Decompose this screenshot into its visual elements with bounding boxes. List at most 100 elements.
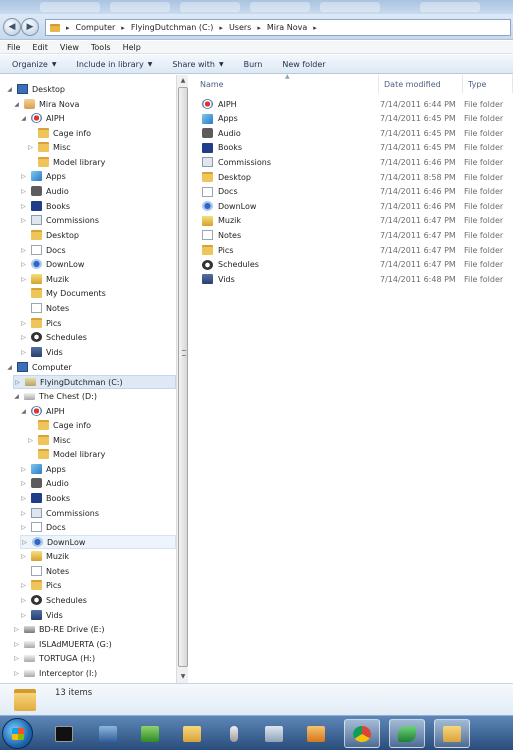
- tree-item-cage-info[interactable]: Cage info: [27, 418, 91, 432]
- collapsed-arrow-icon[interactable]: ▷: [20, 612, 27, 619]
- collapsed-arrow-icon[interactable]: ▷: [13, 626, 20, 633]
- file-row[interactable]: Desktop 7/14/2011 8:58 PM File folder: [199, 170, 507, 184]
- tree-item-aiph[interactable]: ◢ AIPH: [20, 111, 65, 125]
- tree-item-books[interactable]: ▷ Books: [20, 199, 70, 213]
- tree-item-docs[interactable]: ▷ Docs: [20, 243, 66, 257]
- file-row[interactable]: Commissions 7/14/2011 6:46 PM File folder: [199, 155, 507, 169]
- tree-item-cage-info[interactable]: Cage info: [27, 126, 91, 140]
- collapsed-arrow-icon[interactable]: ▷: [27, 437, 34, 444]
- breadcrumb-user[interactable]: Mira Nova: [267, 23, 307, 32]
- tree-item-isladmuerta-g[interactable]: ▷ ISLAdMUERTA (G:): [13, 637, 112, 651]
- collapsed-arrow-icon[interactable]: ▷: [27, 144, 34, 151]
- organize-button[interactable]: Organize ▼: [12, 60, 56, 69]
- tree-item-desktop[interactable]: ◢ Desktop: [6, 82, 65, 96]
- scroll-down-arrow[interactable]: ▼: [178, 672, 188, 682]
- chevron-right-icon[interactable]: ▸: [219, 24, 223, 32]
- tree-item-tortuga-h[interactable]: ▷ TORTUGA (H:): [13, 651, 95, 665]
- tree-item-schedules[interactable]: ▷ Schedules: [20, 330, 87, 344]
- tree-item-interceptor-i[interactable]: ▷ Interceptor (I:): [13, 666, 97, 680]
- menu-edit[interactable]: Edit: [32, 43, 48, 52]
- tree-item-model-library[interactable]: Model library: [27, 155, 105, 169]
- menu-help[interactable]: Help: [123, 43, 141, 52]
- ship-app-icon[interactable]: [90, 719, 126, 748]
- tree-item-aiph[interactable]: ◢ AIPH: [20, 404, 65, 418]
- breadcrumb-users[interactable]: Users: [229, 23, 251, 32]
- file-row[interactable]: Notes 7/14/2011 6:47 PM File folder: [199, 228, 507, 242]
- collapsed-arrow-icon[interactable]: ▷: [20, 466, 27, 473]
- breadcrumb-drive[interactable]: FlyingDutchman (C:): [131, 23, 214, 32]
- address-bar[interactable]: ▸ Computer ▸ FlyingDutchman (C:) ▸ Users…: [45, 19, 511, 36]
- tree-item-books[interactable]: ▷ Books: [20, 491, 70, 505]
- file-row[interactable]: Vids 7/14/2011 6:48 PM File folder: [199, 272, 507, 286]
- collapsed-arrow-icon[interactable]: ▷: [20, 261, 27, 268]
- file-row[interactable]: Schedules 7/14/2011 6:47 PM File folder: [199, 258, 507, 272]
- green-app-icon[interactable]: [132, 719, 168, 748]
- tree-item-computer[interactable]: ◢ Computer: [6, 360, 72, 374]
- collapsed-arrow-icon[interactable]: ▷: [13, 641, 20, 648]
- tree-item-downlow[interactable]: ▷ DownLow: [20, 535, 176, 549]
- tree-item-vids[interactable]: ▷ Vids: [20, 345, 63, 359]
- tree-item-apps[interactable]: ▷ Apps: [20, 462, 66, 476]
- breadcrumb-computer[interactable]: Computer: [76, 23, 116, 32]
- forward-button[interactable]: ▶: [21, 18, 39, 36]
- file-row[interactable]: Audio 7/14/2011 6:45 PM File folder: [199, 126, 507, 140]
- collapsed-arrow-icon[interactable]: ▷: [20, 188, 27, 195]
- collapsed-arrow-icon[interactable]: ▷: [20, 480, 27, 487]
- tree-item-flyingdutchman-c[interactable]: ▷ FlyingDutchman (C:): [13, 375, 176, 389]
- back-button[interactable]: ◀: [3, 18, 21, 36]
- include-in-library-button[interactable]: Include in library ▼: [76, 60, 152, 69]
- collapsed-arrow-icon[interactable]: ▷: [20, 247, 27, 254]
- collapsed-arrow-icon[interactable]: ▷: [20, 203, 27, 210]
- expanded-arrow-icon[interactable]: ◢: [20, 408, 27, 415]
- burn-button[interactable]: Burn: [244, 60, 263, 69]
- nav-scrollbar[interactable]: ▲ ▼: [176, 75, 188, 683]
- chevron-right-icon[interactable]: ▸: [257, 24, 261, 32]
- file-row[interactable]: Docs 7/14/2011 6:46 PM File folder: [199, 185, 507, 199]
- tree-item-audio[interactable]: ▷ Audio: [20, 184, 69, 198]
- collapsed-arrow-icon[interactable]: ▷: [13, 670, 20, 677]
- collapsed-arrow-icon[interactable]: ▷: [14, 379, 21, 386]
- file-row[interactable]: Muzik 7/14/2011 6:47 PM File folder: [199, 214, 507, 228]
- tree-item-docs[interactable]: ▷ Docs: [20, 520, 66, 534]
- explorer-folder-icon[interactable]: [174, 719, 210, 748]
- tree-item-the-chest-d[interactable]: ◢ The Chest (D:): [13, 389, 97, 403]
- share-with-button[interactable]: Share with ▼: [172, 60, 223, 69]
- expanded-arrow-icon[interactable]: ◢: [13, 101, 20, 108]
- tree-item-audio[interactable]: ▷ Audio: [20, 476, 69, 490]
- tree-item-muzik[interactable]: ▷ Muzik: [20, 272, 69, 286]
- scroll-up-arrow[interactable]: ▲: [178, 76, 188, 86]
- collapsed-arrow-icon[interactable]: ▷: [20, 553, 27, 560]
- expanded-arrow-icon[interactable]: ◢: [6, 86, 13, 93]
- collapsed-arrow-icon[interactable]: ▷: [20, 276, 27, 283]
- menu-tools[interactable]: Tools: [91, 43, 111, 52]
- tree-item-schedules[interactable]: ▷ Schedules: [20, 593, 87, 607]
- collapsed-arrow-icon[interactable]: ▷: [20, 510, 27, 517]
- start-orb-icon[interactable]: [2, 718, 33, 749]
- tree-item-model-library[interactable]: Model library: [27, 447, 105, 461]
- tree-item-my-documents[interactable]: My Documents: [20, 286, 106, 300]
- collapsed-arrow-icon[interactable]: ▷: [20, 217, 27, 224]
- collapsed-arrow-icon[interactable]: ▷: [20, 173, 27, 180]
- file-row[interactable]: Books 7/14/2011 6:45 PM File folder: [199, 141, 507, 155]
- microphone-icon[interactable]: [216, 719, 252, 748]
- collapsed-arrow-icon[interactable]: ▷: [20, 524, 27, 531]
- file-row[interactable]: Apps 7/14/2011 6:45 PM File folder: [199, 112, 507, 126]
- tree-item-pics[interactable]: ▷ Pics: [20, 316, 61, 330]
- collapsed-arrow-icon[interactable]: ▷: [20, 334, 27, 341]
- collapsed-arrow-icon[interactable]: ▷: [20, 320, 27, 327]
- tree-item-bd-re-drive-e[interactable]: ▷ BD-RE Drive (E:): [13, 622, 104, 636]
- collapsed-arrow-icon[interactable]: ▷: [20, 495, 27, 502]
- file-row[interactable]: DownLow 7/14/2011 6:46 PM File folder: [199, 199, 507, 213]
- column-header-name[interactable]: Name ▲: [189, 73, 379, 93]
- tree-item-mira-nova[interactable]: ◢ Mira Nova: [13, 97, 79, 111]
- chrome-icon[interactable]: [344, 719, 380, 748]
- media-app-icon[interactable]: [298, 719, 334, 748]
- tree-item-misc[interactable]: ▷ Misc: [27, 140, 71, 154]
- tree-item-misc[interactable]: ▷ Misc: [27, 433, 71, 447]
- green-wave-icon[interactable]: [389, 719, 425, 748]
- calculator-icon[interactable]: [256, 719, 292, 748]
- explorer-active-icon[interactable]: [434, 719, 470, 748]
- tree-item-commissions[interactable]: ▷ Commissions: [20, 506, 99, 520]
- tree-item-pics[interactable]: ▷ Pics: [20, 578, 61, 592]
- new-folder-button[interactable]: New folder: [282, 60, 325, 69]
